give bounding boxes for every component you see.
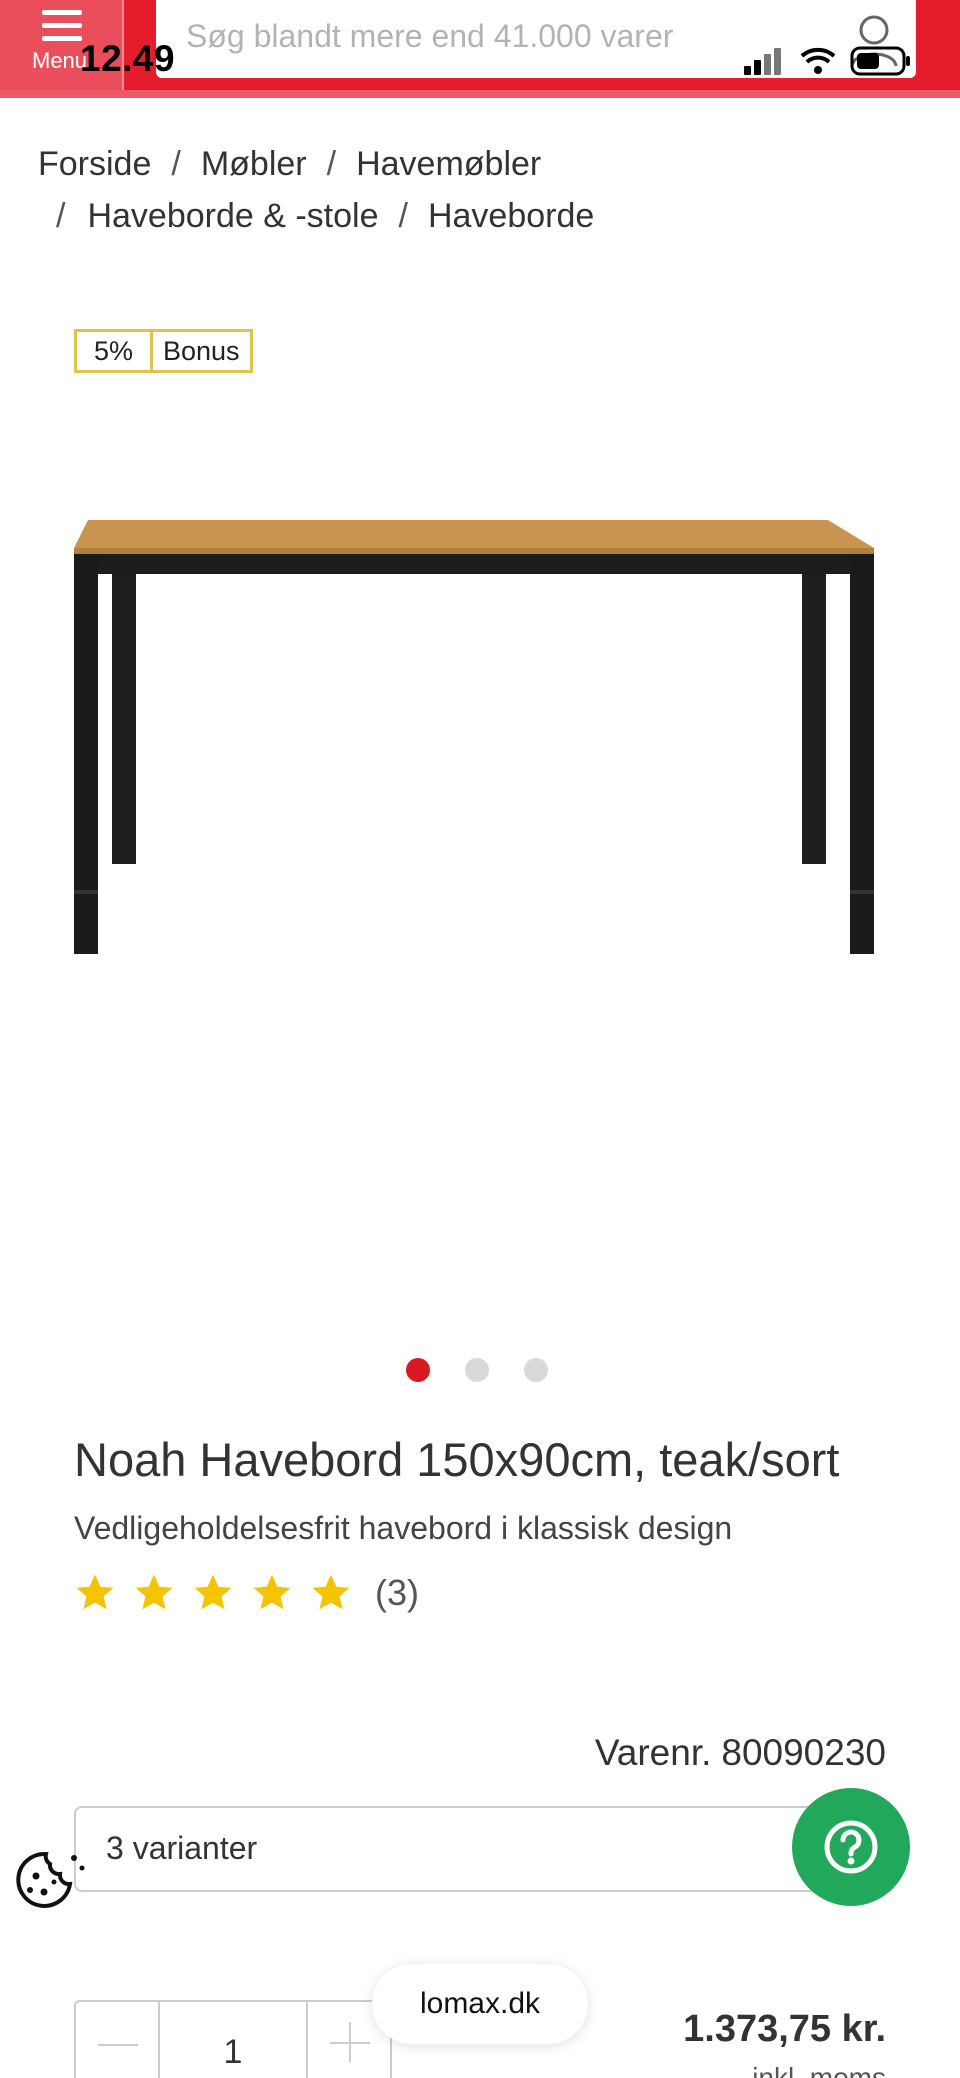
star-icon [76,1574,114,1610]
product-rating[interactable]: (3) [74,1572,419,1614]
quantity-decrease-button[interactable] [76,2002,160,2078]
product-title: Noah Havebord 150x90cm, teak/sort [74,1433,840,1486]
hamburger-icon [42,2,82,42]
cookie-icon[interactable] [14,1848,88,1910]
quantity-value[interactable]: 1 [160,2002,306,2078]
breadcrumb: Forside / Møbler / Havemøbler / Haveborde & -… [38,138,918,235]
menu-label: Menu [32,48,88,73]
product-price: 1.373,75 kr. [683,2008,886,2050]
star-icon [194,1574,232,1610]
product-image[interactable] [60,500,890,970]
breadcrumb-separator: / [56,197,66,235]
product-subtitle: Vedligeholdelsesfrit havebord i klassisk… [74,1510,733,1546]
status-time: 12.49 [80,38,176,79]
bonus-badge: 5% Bonus [74,329,253,373]
variant-label: 3 varianter [106,1830,258,1866]
bonus-percent: 5% [77,332,153,370]
price-note: inkl. moms [752,2062,886,2078]
breadcrumb-item-forside[interactable]: Forside [38,145,151,183]
breadcrumb-separator: / [326,145,337,183]
wifi-icon [800,47,836,74]
question-icon [824,1820,878,1874]
domain-pill[interactable]: lomax.dk [372,1964,588,2044]
status-icons [744,46,910,76]
bonus-label: Bonus [163,336,240,366]
battery-icon [850,46,910,76]
star-icon [253,1574,291,1610]
breadcrumb-item-mobler[interactable]: Møbler [201,145,307,183]
carousel-dot-1[interactable] [406,1358,430,1382]
breadcrumb-item-haveborde[interactable]: Haveborde [428,197,594,235]
carousel-dot-2[interactable] [465,1358,489,1382]
sku-number: 80090230 [721,1732,886,1773]
breadcrumb-separator: / [398,197,408,235]
carousel-dots [406,1358,548,1382]
variant-select[interactable]: 3 varianter [74,1806,854,1892]
review-count[interactable]: (3) [375,1572,419,1614]
help-button[interactable] [792,1788,910,1906]
sku: Varenr. 80090230 [585,1732,886,1774]
breadcrumb-item-haveborde-stole[interactable]: Haveborde & -stole [87,197,378,235]
breadcrumb-separator: / [171,145,181,183]
sku-label: Varenr. [594,1732,712,1773]
star-icon [135,1574,173,1610]
signal-icon [744,48,781,75]
carousel-dot-3[interactable] [524,1358,548,1382]
breadcrumb-item-havemobler[interactable]: Havemøbler [356,145,541,183]
star-icon [312,1574,350,1610]
minus-icon [98,2044,138,2046]
search-placeholder: Søg blandt mere end 41.000 varer [186,18,674,54]
quantity-stepper: 1 [74,2000,392,2078]
